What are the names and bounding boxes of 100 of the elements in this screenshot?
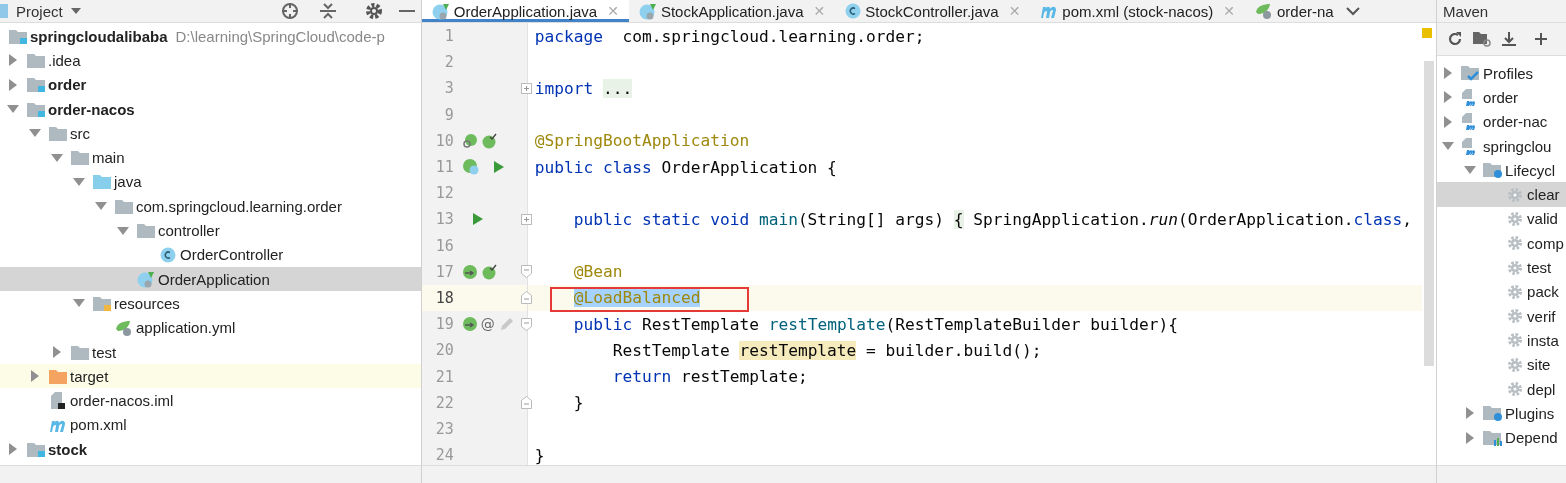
maven-tree-item[interactable]: insta	[1437, 328, 1566, 353]
editor-tab[interactable]: StockController.java ✕	[835, 0, 1031, 22]
bean-navigate-icon[interactable]	[461, 316, 478, 333]
expanded-arrow-icon[interactable]	[73, 175, 85, 188]
maven-item-label: site	[1527, 356, 1551, 374]
maven-tree-item[interactable]: clear	[1437, 182, 1566, 207]
dropdown-caret-icon[interactable]	[70, 8, 81, 14]
tree-item[interactable]: main	[0, 145, 421, 170]
folder-icon	[93, 174, 111, 190]
maven-tree-item[interactable]: verif	[1437, 303, 1566, 329]
tree-item-label: controller	[158, 222, 220, 239]
collapsed-arrow-icon[interactable]	[7, 443, 19, 456]
line-number: 12	[434, 184, 454, 203]
tree-item[interactable]: stock	[0, 437, 421, 462]
collapse-all-icon[interactable]	[318, 2, 337, 20]
expanded-arrow-icon[interactable]	[117, 224, 129, 237]
maven-item-label: comp	[1527, 234, 1564, 252]
module-folder-icon	[27, 77, 45, 93]
tree-item[interactable]: order-nacos	[0, 96, 421, 122]
fold-end-icon[interactable]	[521, 396, 533, 410]
maven-tree-item[interactable]: Profiles	[1437, 61, 1566, 86]
collapsed-arrow-icon[interactable]	[51, 346, 63, 358]
editor-tab[interactable]: order-na	[1244, 0, 1344, 22]
maven-tree-item[interactable]: Depend	[1437, 425, 1566, 450]
tree-root[interactable]: springcloudalibaba D:\learning\SpringCloud\code-p	[0, 24, 421, 49]
tree-item[interactable]: OrderApplication	[0, 266, 421, 292]
plus-icon[interactable]	[1535, 32, 1548, 46]
fold-plus-icon[interactable]	[521, 213, 533, 225]
locate-icon[interactable]	[280, 2, 299, 20]
gutter-at-sign[interactable]: @	[480, 316, 495, 333]
tree-item[interactable]: order-nacos.iml	[0, 388, 421, 413]
fold-end-icon[interactable]	[521, 291, 533, 305]
editor-tab[interactable]: OrderApplication.java ✕	[421, 0, 629, 22]
maven-tree-item[interactable]: pack	[1437, 279, 1566, 304]
tree-item[interactable]: order	[0, 72, 421, 97]
maven-tree-item[interactable]: test	[1437, 255, 1566, 280]
expanded-arrow-icon[interactable]	[51, 151, 63, 164]
run-icon[interactable]	[492, 160, 505, 175]
bean-check-icon[interactable]	[480, 132, 497, 149]
bean-check-icon[interactable]	[480, 263, 497, 280]
maven-tree-item[interactable]: Plugins	[1437, 401, 1566, 426]
editor-tab[interactable]: pom.xml (stock-nacos) ✕	[1030, 0, 1245, 22]
folder-icon	[27, 52, 45, 68]
gear-icon	[1507, 356, 1524, 373]
leaf-gear-icon	[1254, 3, 1273, 19]
minimize-icon[interactable]	[398, 9, 415, 13]
folder-gear-icon	[1483, 405, 1504, 422]
tree-item[interactable]: .idea	[0, 48, 421, 73]
tree-item[interactable]: controller	[0, 218, 421, 243]
tree-item-label: resources	[114, 294, 180, 312]
maven-item-label: springclou	[1483, 137, 1552, 155]
maven-tree-item[interactable]: order-nac	[1437, 109, 1566, 134]
package-folder-icon	[115, 198, 133, 214]
maven-tree-item[interactable]: comp	[1437, 231, 1566, 256]
tree-item[interactable]: target	[0, 364, 421, 389]
scrollbar[interactable]	[1424, 61, 1435, 366]
tree-item-label: com.springcloud.learning.order	[136, 197, 342, 215]
run-icon[interactable]	[471, 212, 484, 227]
tree-item[interactable]: pom.xml	[0, 412, 421, 438]
tree-item[interactable]: resources	[0, 291, 421, 316]
collapsed-arrow-icon[interactable]	[7, 78, 19, 91]
tree-item-label: order-nacos.iml	[70, 392, 174, 410]
maven-tree-item[interactable]: depl	[1437, 376, 1566, 402]
refresh-icon[interactable]	[1447, 31, 1464, 47]
folder-icon	[71, 344, 89, 360]
panel-title[interactable]: Project	[16, 2, 63, 20]
fold-plus-icon[interactable]	[521, 82, 533, 94]
maven-tree-item[interactable]: order	[1437, 85, 1566, 110]
bean-class-icon[interactable]	[461, 158, 480, 177]
bean-search-icon[interactable]	[461, 132, 478, 149]
fold-start-icon[interactable]	[521, 265, 533, 279]
folder-refresh-icon[interactable]	[1473, 31, 1492, 47]
maven-tree-item[interactable]: springclou	[1437, 133, 1566, 159]
download-icon[interactable]	[1501, 30, 1518, 48]
tree-item-label: OrderApplication	[158, 270, 270, 288]
tree-item[interactable]: application.yml	[0, 315, 421, 340]
settings-icon[interactable]	[364, 2, 383, 20]
panel-icon	[0, 4, 8, 18]
maven-tree-item[interactable]: site	[1437, 352, 1566, 377]
editor-tab[interactable]: StockApplication.java ✕	[628, 0, 836, 22]
fold-start-icon[interactable]	[521, 317, 533, 331]
maven-tree-item[interactable]: Lifecycl	[1437, 158, 1566, 183]
tree-item[interactable]: java	[0, 169, 421, 195]
file-icon	[51, 392, 65, 410]
line-number: 21	[434, 367, 454, 386]
collapsed-arrow-icon[interactable]	[29, 370, 41, 383]
code-line: @SpringBootApplication	[534, 131, 750, 151]
maven-tree-item[interactable]: valid	[1437, 206, 1566, 232]
chevron-down-icon[interactable]	[1345, 6, 1360, 16]
bean-navigate-icon[interactable]	[461, 263, 478, 280]
tree-item-label: java	[114, 173, 142, 191]
tree-item[interactable]: src	[0, 121, 421, 146]
tree-item[interactable]: test	[0, 339, 421, 365]
tree-item[interactable]: com.springcloud.learning.order	[0, 194, 421, 219]
gear-icon	[1507, 308, 1524, 325]
code-line: @Bean	[572, 262, 623, 282]
collapsed-arrow-icon[interactable]	[7, 54, 19, 67]
tree-item-label: stock	[48, 440, 88, 458]
tree-item[interactable]: OrderController	[0, 242, 421, 267]
code-line: import ...	[534, 78, 633, 98]
